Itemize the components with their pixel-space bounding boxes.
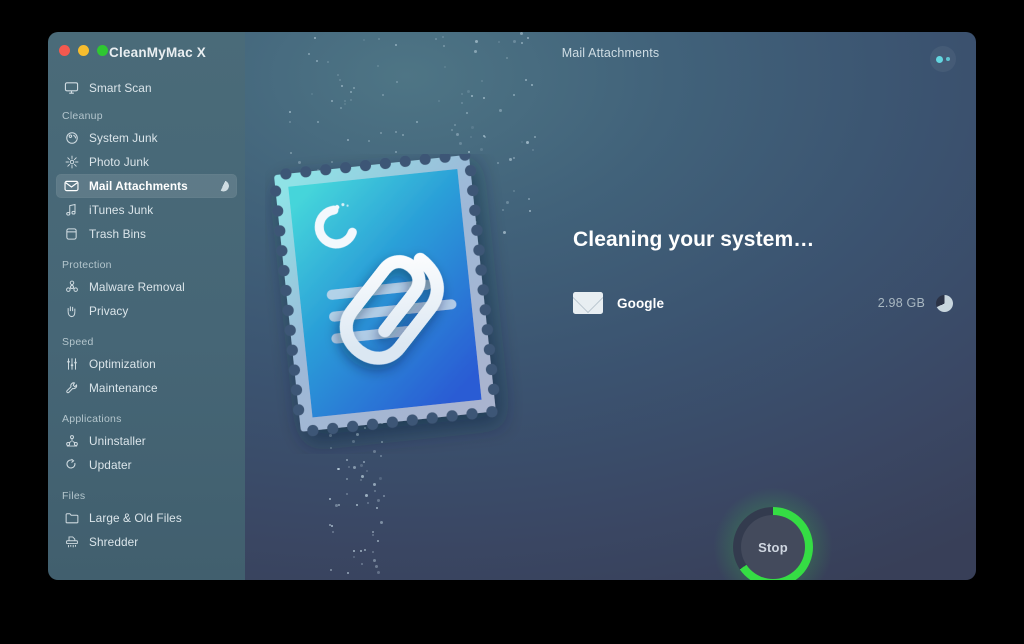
sidebar-group-label-speed: Speed <box>62 336 94 348</box>
trash-bin-icon <box>62 226 81 242</box>
system-junk-icon <box>62 130 81 146</box>
sidebar-item-itunes-junk[interactable]: iTunes Junk <box>56 198 237 222</box>
cleaning-status-panel: Cleaning your system… Google 2.98 GB <box>573 228 953 316</box>
hand-icon <box>62 303 81 319</box>
sidebar-item-smart-scan[interactable]: Smart Scan <box>56 76 237 100</box>
sidebar-item-label: Mail Attachments <box>89 179 188 193</box>
app-window: CleanMyMac X Smart Scan Cleanup System J… <box>48 32 976 580</box>
folder-icon <box>62 510 81 526</box>
stop-button[interactable]: Stop <box>711 485 835 580</box>
sidebar-item-updater[interactable]: Updater <box>56 453 237 477</box>
photo-junk-icon <box>62 154 81 170</box>
sidebar-group-label-protection: Protection <box>62 259 112 271</box>
sidebar-group-label-files: Files <box>62 490 86 502</box>
main-content: Mail Attachments Cleaning your system… G… <box>245 32 976 580</box>
sidebar-item-photo-junk[interactable]: Photo Junk <box>56 150 237 174</box>
sidebar-item-privacy[interactable]: Privacy <box>56 299 237 323</box>
sidebar-item-malware-removal[interactable]: Malware Removal <box>56 275 237 299</box>
window-title: Mail Attachments <box>561 46 660 60</box>
account-avatar[interactable] <box>930 46 956 72</box>
stop-button-label: Stop <box>758 539 788 555</box>
sidebar-item-shredder[interactable]: Shredder <box>56 530 237 554</box>
sidebar-item-label: Photo Junk <box>89 155 150 169</box>
sidebar-item-mail-attachments[interactable]: Mail Attachments <box>56 174 237 198</box>
avatar-dot-secondary <box>946 57 950 61</box>
sidebar-item-label: Maintenance <box>89 381 158 395</box>
mail-envelope-icon <box>573 292 603 314</box>
sidebar-item-maintenance[interactable]: Maintenance <box>56 376 237 400</box>
page-title: Cleaning your system… <box>573 228 815 251</box>
sidebar: CleanMyMac X Smart Scan Cleanup System J… <box>48 32 245 580</box>
mail-icon <box>62 178 81 194</box>
music-note-icon <box>62 202 81 218</box>
sidebar-item-label: System Junk <box>89 131 158 145</box>
sidebar-item-label: Uninstaller <box>89 434 146 448</box>
avatar-dot-primary <box>936 55 943 63</box>
sidebar-item-label: Malware Removal <box>89 280 185 294</box>
sidebar-item-label: Smart Scan <box>89 81 152 95</box>
sidebar-item-label: Large & Old Files <box>89 511 182 525</box>
cleaning-item-name: Google <box>617 295 665 311</box>
wrench-icon <box>62 380 81 396</box>
refresh-icon <box>62 457 81 473</box>
biohazard-icon <box>62 279 81 295</box>
item-progress-pie <box>936 294 953 312</box>
sidebar-item-label: Updater <box>89 458 132 472</box>
mail-stamp-illustration <box>265 149 565 454</box>
sidebar-item-system-junk[interactable]: System Junk <box>56 126 237 150</box>
sidebar-nav: Smart Scan Cleanup System Junk Photo Jun… <box>48 76 245 554</box>
sidebar-item-large-and-old-files[interactable]: Large & Old Files <box>56 506 237 530</box>
sidebar-item-trash-bins[interactable]: Trash Bins <box>56 222 237 246</box>
sidebar-item-label: Shredder <box>89 535 139 549</box>
sidebar-item-label: Trash Bins <box>89 227 146 241</box>
shredder-icon <box>62 534 81 550</box>
sidebar-item-label: Optimization <box>89 357 156 371</box>
cleaning-item-size: 2.98 GB <box>877 296 925 310</box>
cleaning-item-row: Google 2.98 GB <box>573 290 953 316</box>
sidebar-item-uninstaller[interactable]: Uninstaller <box>56 429 237 453</box>
sidebar-item-label: iTunes Junk <box>89 203 154 217</box>
sidebar-item-label: Privacy <box>89 304 129 318</box>
sidebar-item-busy-spinner <box>218 180 229 192</box>
sidebar-group-label-applications: Applications <box>62 413 122 425</box>
sliders-icon <box>62 356 81 372</box>
app-title: CleanMyMac X <box>109 45 206 60</box>
sidebar-group-label-cleanup: Cleanup <box>62 110 103 122</box>
uninstaller-icon <box>62 433 81 449</box>
smart-scan-icon <box>62 80 81 96</box>
sidebar-item-optimization[interactable]: Optimization <box>56 352 237 376</box>
